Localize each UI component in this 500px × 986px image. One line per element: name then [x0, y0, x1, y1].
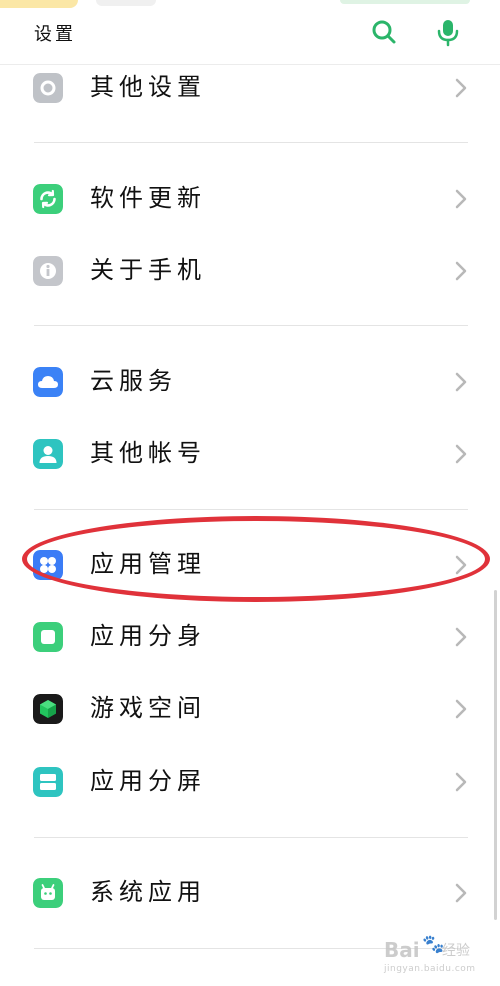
settings-item-label: 关于手机 — [90, 256, 206, 284]
settings-item-label: 系统应用 — [90, 878, 206, 906]
settings-item-cloud-service[interactable]: 云服务 — [0, 346, 500, 418]
scrollbar[interactable] — [494, 590, 497, 920]
settings-item-other-accounts[interactable]: 其他帐号 — [0, 418, 500, 490]
search-icon[interactable] — [369, 17, 399, 47]
settings-item-label: 其他帐号 — [90, 439, 206, 467]
about-phone-icon — [33, 256, 63, 286]
watermark-brand: Bai — [384, 938, 420, 962]
chevron-right-icon — [455, 699, 467, 719]
chevron-right-icon — [455, 883, 467, 903]
baidu-jingyan-watermark: Bai 🐾 经验 jingyan.baidu.com — [380, 930, 490, 980]
watermark-suffix: 经验 — [442, 943, 470, 959]
microphone-icon[interactable] — [433, 17, 463, 47]
chevron-right-icon — [455, 627, 467, 647]
chevron-right-icon — [455, 372, 467, 392]
section-divider — [34, 509, 468, 510]
chevron-right-icon — [455, 78, 467, 98]
settings-item-label: 云服务 — [90, 367, 177, 395]
settings-item-about-phone[interactable]: 关于手机 — [0, 235, 500, 307]
settings-item-app-management[interactable]: 应用管理 — [0, 529, 500, 601]
settings-item-game-space[interactable]: 游戏空间 — [0, 673, 500, 745]
app-management-icon — [33, 550, 63, 580]
chevron-right-icon — [455, 189, 467, 209]
settings-item-label: 应用分身 — [90, 622, 206, 650]
system-apps-icon — [33, 878, 63, 908]
page-title: 设置 — [34, 24, 76, 45]
software-update-icon — [33, 184, 63, 214]
settings-item-label: 应用管理 — [90, 550, 206, 578]
section-divider — [34, 325, 468, 326]
settings-item-other-settings[interactable]: 其他设置 — [0, 52, 500, 124]
other-settings-icon — [33, 73, 63, 103]
game-space-icon — [33, 694, 63, 724]
chevron-right-icon — [455, 261, 467, 281]
chevron-right-icon — [455, 555, 467, 575]
settings-item-label: 应用分屏 — [90, 767, 206, 795]
account-icon — [33, 439, 63, 469]
watermark-url: jingyan.baidu.com — [384, 964, 476, 974]
status-decoration — [96, 0, 156, 6]
section-divider — [34, 837, 468, 838]
cloud-icon — [33, 367, 63, 397]
settings-item-system-apps[interactable]: 系统应用 — [0, 857, 500, 929]
app-clone-icon — [33, 622, 63, 652]
settings-item-label: 其他设置 — [90, 73, 206, 101]
section-divider — [34, 142, 468, 143]
settings-item-app-clone[interactable]: 应用分身 — [0, 601, 500, 673]
chevron-right-icon — [455, 772, 467, 792]
settings-item-software-update[interactable]: 软件更新 — [0, 163, 500, 235]
status-decoration — [0, 0, 78, 8]
chevron-right-icon — [455, 444, 467, 464]
settings-item-label: 游戏空间 — [90, 694, 206, 722]
settings-item-label: 软件更新 — [90, 184, 206, 212]
settings-item-split-screen[interactable]: 应用分屏 — [0, 746, 500, 818]
split-screen-icon — [33, 767, 63, 797]
status-decoration — [340, 0, 470, 4]
